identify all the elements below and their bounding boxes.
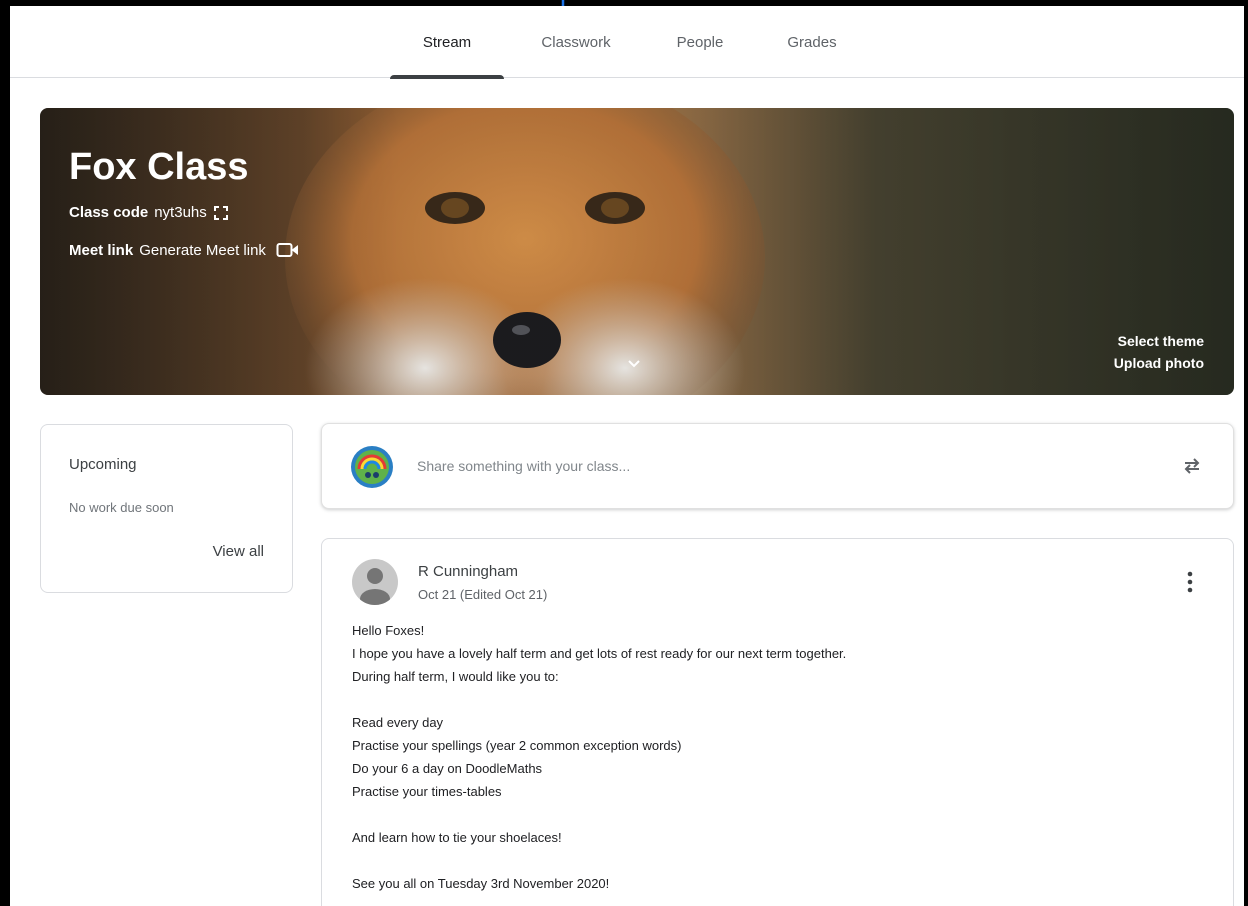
upcoming-title: Upcoming bbox=[69, 456, 137, 473]
post-date: Oct 21 (Edited Oct 21) bbox=[418, 587, 548, 602]
video-camera-icon[interactable] bbox=[276, 241, 300, 259]
stream-post: R Cunningham Oct 21 (Edited Oct 21) Hell… bbox=[321, 538, 1234, 906]
post-line: Hello Foxes! bbox=[352, 623, 425, 638]
post-line bbox=[352, 849, 1212, 872]
post-line: Practise your spellings (year 2 common e… bbox=[352, 738, 682, 753]
view-all-link[interactable]: View all bbox=[213, 543, 264, 560]
class-code-row: Class code nyt3uhs bbox=[69, 204, 229, 221]
post-line: See you all on Tuesday 3rd November 2020… bbox=[352, 876, 610, 891]
meet-link-row: Meet link Generate Meet link bbox=[69, 241, 300, 259]
upload-photo-link[interactable]: Upload photo bbox=[1114, 352, 1204, 374]
tab-people[interactable]: People bbox=[662, 6, 738, 78]
post-line: I hope you have a lovely half term and g… bbox=[352, 646, 847, 661]
select-theme-link[interactable]: Select theme bbox=[1114, 330, 1204, 352]
post-line: During half term, I would like you to: bbox=[352, 669, 559, 684]
post-line: Read every day bbox=[352, 715, 444, 730]
post-line bbox=[352, 803, 1212, 826]
meet-link-label: Meet link bbox=[69, 241, 134, 259]
class-banner: Fox Class Class code nyt3uhs Meet link G… bbox=[40, 108, 1234, 395]
chevron-down-icon[interactable] bbox=[626, 356, 642, 372]
tab-classwork[interactable]: Classwork bbox=[526, 6, 626, 78]
upcoming-empty-text: No work due soon bbox=[69, 500, 174, 515]
upcoming-card: Upcoming No work due soon View all bbox=[40, 424, 293, 593]
tab-stream[interactable]: Stream bbox=[390, 6, 504, 79]
post-line: Do your 6 a day on DoodleMaths bbox=[352, 761, 543, 776]
post-line: And learn how to tie your shoelaces! bbox=[352, 830, 562, 845]
class-code-label: Class code bbox=[69, 204, 149, 221]
class-code-value: nyt3uhs bbox=[154, 204, 207, 221]
post-body: Hello Foxes! I hope you have a lovely ha… bbox=[352, 619, 1212, 895]
class-title: Fox Class bbox=[69, 146, 249, 188]
post-author: R Cunningham bbox=[418, 563, 519, 580]
more-vert-icon[interactable] bbox=[1187, 571, 1193, 593]
share-placeholder[interactable]: Share something with your class... bbox=[417, 458, 630, 474]
share-box[interactable]: Share something with your class... bbox=[321, 423, 1234, 509]
person-avatar-icon bbox=[352, 559, 398, 605]
top-navigation: Stream Classwork People Grades bbox=[10, 6, 1244, 79]
theme-links: Select theme Upload photo bbox=[1114, 330, 1204, 374]
fullscreen-corners-icon[interactable] bbox=[213, 205, 229, 221]
post-line: Practise your times-tables bbox=[352, 784, 502, 799]
class-logo-avatar bbox=[351, 446, 393, 488]
tab-grades[interactable]: Grades bbox=[774, 6, 850, 78]
generate-meet-link[interactable]: Generate Meet link bbox=[139, 242, 266, 259]
post-line bbox=[352, 688, 1212, 711]
repost-icon[interactable] bbox=[1181, 455, 1203, 477]
